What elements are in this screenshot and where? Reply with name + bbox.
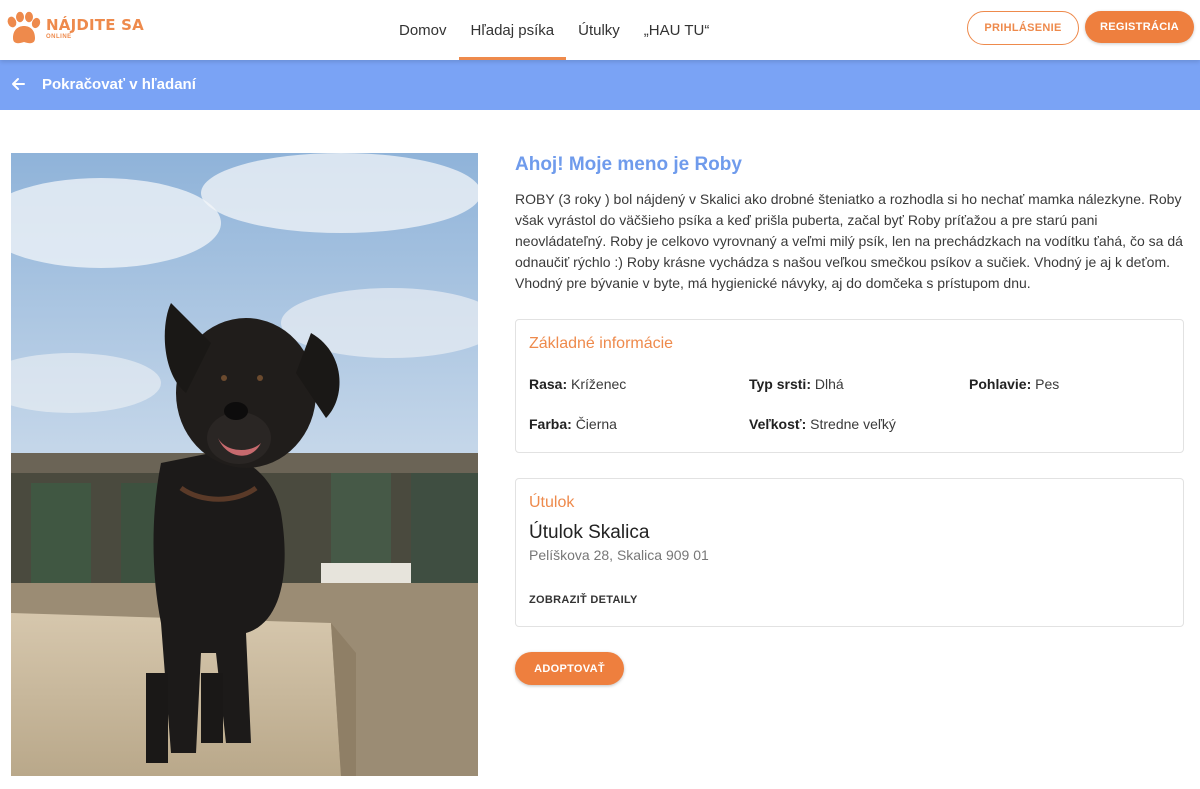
nav-item-domov[interactable]: Domov <box>387 0 459 60</box>
adopt-button[interactable]: ADOPTOVAŤ <box>515 652 624 685</box>
info-coat-value: Dlhá <box>814 376 844 392</box>
nav-item-hau-tu[interactable]: „HAU TU“ <box>632 0 722 60</box>
info-size: Veľkosť: Stredne veľký <box>749 416 896 432</box>
info-coat-label: Typ srsti: <box>749 376 811 392</box>
info-coat: Typ srsti: Dlhá <box>749 376 844 392</box>
info-color-label: Farba: <box>529 416 572 432</box>
basic-info-heading: Základné informácie <box>529 335 674 352</box>
dog-description: ROBY (3 roky ) bol nájdený v Skalici ako… <box>515 191 1183 291</box>
register-button[interactable]: REGISTRÁCIA <box>1085 11 1194 43</box>
logo[interactable]: NÁJDITE SA ONLINE <box>4 10 144 48</box>
shelter-address: Pelíškova 28, Skalica 909 01 <box>529 547 709 563</box>
shelter-name: Útulok Skalica <box>529 522 650 543</box>
info-sex-value: Pes <box>1035 376 1060 392</box>
main-nav: Domov Hľadaj psíka Útulky „HAU TU“ <box>387 0 721 60</box>
dog-title: Ahoj! Moje meno je Roby <box>515 154 742 175</box>
info-breed-value: Kríženec <box>571 376 627 392</box>
arrow-left-icon[interactable] <box>10 76 26 92</box>
dog-photo <box>11 153 478 776</box>
paw-icon <box>7 11 41 44</box>
nav-item-utulky[interactable]: Útulky <box>566 0 632 60</box>
logo-text: NÁJDITE SA ONLINE <box>46 17 144 41</box>
info-sex: Pohlavie: Pes <box>969 376 1059 392</box>
show-details-button[interactable]: ZOBRAZIŤ DETAILY <box>517 591 650 609</box>
info-size-value: Stredne veľký <box>810 416 896 432</box>
top-navbar: NÁJDITE SA ONLINE Domov Hľadaj psíka Útu… <box>0 0 1200 60</box>
basic-info-card: Základné informácie Rasa: Kríženec Typ s… <box>515 319 1184 453</box>
back-to-search-link[interactable]: Pokračovať v hľadaní <box>42 76 196 93</box>
shelter-card: Útulok Útulok Skalica Pelíškova 28, Skal… <box>515 478 1184 627</box>
info-color-value: Čierna <box>575 416 617 432</box>
logo-subtitle: ONLINE <box>46 34 72 40</box>
info-breed-label: Rasa: <box>529 376 568 392</box>
back-bar: Pokračovať v hľadaní <box>0 60 1200 110</box>
shelter-heading: Útulok <box>529 494 575 511</box>
logo-title: NÁJDITE SA <box>46 16 144 34</box>
info-breed: Rasa: Kríženec <box>529 376 626 392</box>
info-sex-label: Pohlavie: <box>969 376 1032 392</box>
login-button[interactable]: PRIHLÁSENIE <box>967 11 1079 45</box>
info-color: Farba: Čierna <box>529 416 617 432</box>
info-size-label: Veľkosť: <box>749 416 807 432</box>
nav-item-hladaj-psika[interactable]: Hľadaj psíka <box>458 0 567 60</box>
